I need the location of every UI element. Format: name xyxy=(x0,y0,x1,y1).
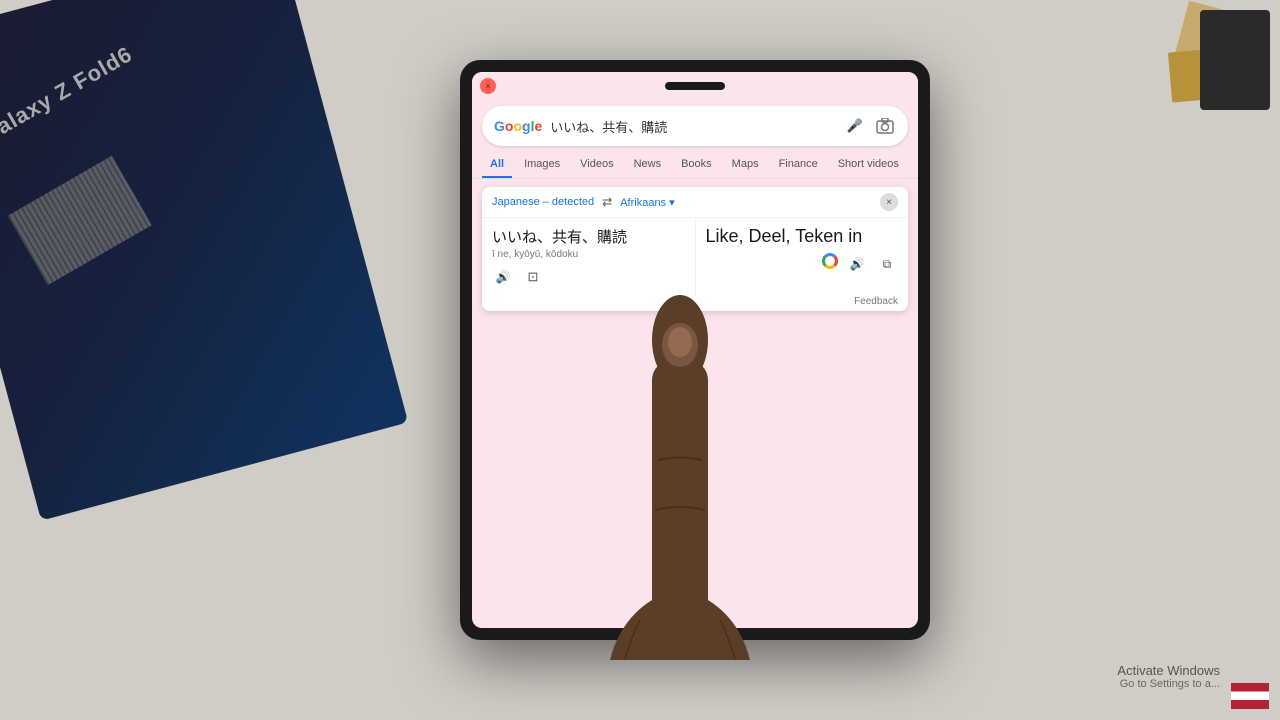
activate-windows-line2: Go to Settings to a... xyxy=(1117,678,1220,690)
flag-icon xyxy=(1230,682,1270,710)
tab-videos[interactable]: Videos xyxy=(572,152,621,178)
tab-news[interactable]: News xyxy=(626,152,670,178)
tab-finance[interactable]: Finance xyxy=(771,152,826,178)
source-text: いいね、共有、購読 xyxy=(492,226,685,247)
lens-search-icon[interactable] xyxy=(874,115,896,137)
translate-body: いいね、共有、購読 ī ne, kyōyū, kōdoku Like, Deel… xyxy=(482,218,908,296)
tablet-screen: × Google いいね、共有、購読 🎤 All Images Videos xyxy=(472,72,918,628)
romanji-text: ī ne, kyōyū, kōdoku xyxy=(492,249,685,260)
tab-maps[interactable]: Maps xyxy=(724,152,767,178)
tab-short-videos[interactable]: Short videos xyxy=(830,152,907,178)
translate-widget: Japanese – detected ⇄ Afrikaans ▾ × いいね、… xyxy=(482,187,908,311)
notch xyxy=(665,82,725,90)
desk-objects xyxy=(1080,0,1280,200)
target-language[interactable]: Afrikaans ▾ xyxy=(620,196,872,209)
activate-windows-line1: Activate Windows xyxy=(1117,663,1220,678)
close-button[interactable]: × xyxy=(480,78,496,94)
search-bar[interactable]: Google いいね、共有、購読 🎤 xyxy=(482,106,908,146)
source-speaker-icon[interactable] xyxy=(492,266,514,288)
voice-search-icon[interactable]: 🎤 xyxy=(844,115,866,137)
nav-tabs: All Images Videos News Books Maps Financ… xyxy=(472,152,918,179)
content-area xyxy=(472,319,918,339)
barcode xyxy=(8,156,152,285)
windows-watermark: Activate Windows Go to Settings to a... xyxy=(1117,663,1220,690)
source-screenshot-icon[interactable] xyxy=(522,266,544,288)
result-speaker-icon[interactable] xyxy=(846,253,868,275)
source-language[interactable]: Japanese – detected xyxy=(492,196,594,208)
electronic-device xyxy=(1200,10,1270,110)
status-bar: × xyxy=(472,72,918,100)
language-swap-icon[interactable]: ⇄ xyxy=(602,195,612,209)
translate-result-panel: Like, Deel, Teken in xyxy=(696,218,909,296)
copy-icon[interactable] xyxy=(876,253,898,275)
google-logo: Google xyxy=(494,118,542,134)
tab-images[interactable]: Images xyxy=(516,152,568,178)
result-actions xyxy=(706,253,899,275)
feedback-label[interactable]: Feedback xyxy=(482,296,908,311)
tab-more[interactable]: We xyxy=(911,152,918,178)
tab-all[interactable]: All xyxy=(482,152,512,178)
result-text: Like, Deel, Teken in xyxy=(706,226,899,247)
tablet-device: × Google いいね、共有、購読 🎤 All Images Videos xyxy=(460,60,930,640)
translate-source-panel: いいね、共有、購読 ī ne, kyōyū, kōdoku xyxy=(482,218,696,296)
translate-header: Japanese – detected ⇄ Afrikaans ▾ × xyxy=(482,187,908,218)
search-query[interactable]: いいね、共有、購読 xyxy=(550,117,836,136)
translate-close-button[interactable]: × xyxy=(880,193,898,211)
box-brand-label: Galaxy Z Fold6 xyxy=(0,41,137,149)
tab-books[interactable]: Books xyxy=(673,152,720,178)
source-actions xyxy=(492,266,685,288)
google-translate-icon[interactable] xyxy=(822,253,838,269)
